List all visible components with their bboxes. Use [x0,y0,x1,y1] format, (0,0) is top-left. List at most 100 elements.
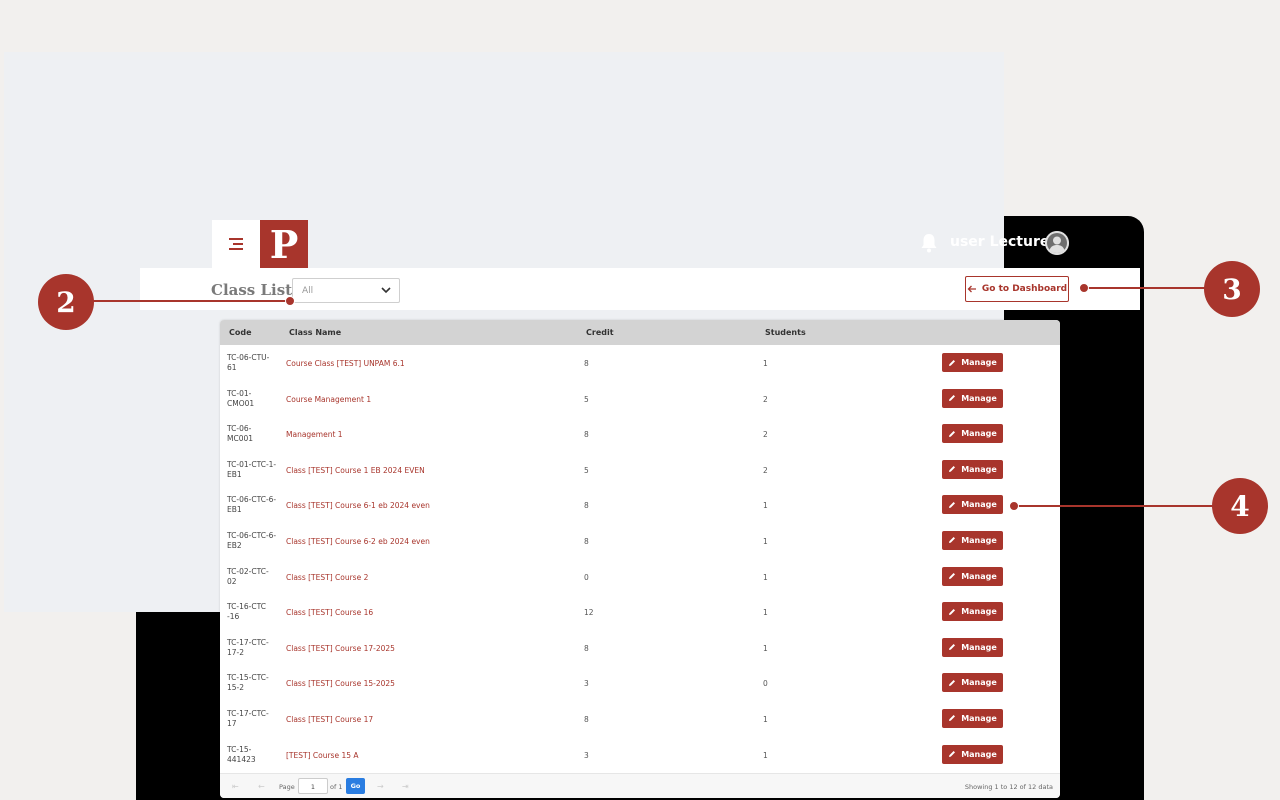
manage-button[interactable]: Manage [942,602,1003,622]
manage-button[interactable]: Manage [942,637,1003,657]
manage-button[interactable]: Manage [942,353,1003,372]
class-students: 1 [763,714,768,724]
manage-button-label: Manage [961,607,997,617]
go-to-dashboard-button[interactable]: Go to Dashboard [965,276,1069,302]
manage-button-label: Manage [961,571,997,581]
class-name-link[interactable]: [TEST] Course 15 A [286,751,359,760]
pencil-icon [949,608,956,615]
manage-button[interactable]: Manage [942,744,1003,764]
pencil-icon [949,359,956,366]
table-row: TC-16-CTC -16 Class [TEST] Course 16 12 1 Ma… [220,594,1060,630]
class-students: 1 [763,501,768,511]
callout-dashboard: 3 [1204,261,1260,317]
manage-button-label: Manage [961,393,997,403]
table-row: TC-01-CMO01 Course Management 1 5 2 Manage [220,381,1060,417]
manage-button[interactable]: Manage [942,708,1003,728]
class-students: 1 [763,608,768,618]
user-name[interactable]: user Lecture [950,234,1049,250]
class-name-link[interactable]: Class [TEST] Course 6-2 eb 2024 even [286,537,430,546]
manage-button[interactable]: Manage [942,530,1003,550]
bell-icon[interactable] [920,233,938,253]
page-number-input[interactable]: 1 [298,778,328,794]
user-avatar-icon [1045,231,1069,255]
manage-button[interactable]: Manage [942,388,1003,408]
avatar[interactable] [1045,231,1069,255]
class-code: TC-17-CTC-17 [227,708,269,728]
class-students: 1 [763,750,768,760]
callout-dashboard-line [1084,287,1208,289]
manage-button[interactable]: Manage [942,424,1003,444]
manage-button[interactable]: Manage [942,495,1003,515]
class-code: TC-06-MC001 [227,424,254,444]
manage-button-label: Manage [961,464,997,474]
class-name-link[interactable]: Class [TEST] Course 15-2025 [286,679,395,688]
dashboard-button-label: Go to Dashboard [981,284,1068,294]
class-students: 1 [763,536,768,546]
column-header-students: Students [765,328,806,337]
class-credit: 8 [584,359,589,368]
last-page-icon[interactable]: ⇥ [402,782,409,791]
class-credit: 5 [584,394,589,404]
callout-manage-dot [1009,501,1019,511]
pencil-icon [949,501,956,508]
class-name-link[interactable]: Class [TEST] Course 16 [286,608,373,617]
class-name-link[interactable]: Class [TEST] Course 2 [286,573,368,582]
table-row: TC-06-CTU-61 Course Class [TEST] UNPAM 6.… [220,345,1060,381]
callout-filter: 2 [38,274,94,330]
class-code: TC-06-CTC-6-EB1 [227,495,277,515]
class-students: 2 [763,394,768,404]
first-page-icon[interactable]: ⇤ [232,782,239,791]
class-name-link[interactable]: Class [TEST] Course 6-1 eb 2024 even [286,501,430,510]
class-name-link[interactable]: Management 1 [286,430,343,439]
class-name-link[interactable]: Class [TEST] Course 17-2025 [286,644,395,653]
class-students: 2 [763,465,768,475]
class-credit: 8 [584,536,589,546]
menu-button[interactable] [212,220,260,268]
pencil-icon [949,751,956,758]
class-table: Code Class Name Credit Students TC-06-CT… [220,320,1060,798]
pencil-icon [949,430,956,437]
callout-dashboard-dot [1079,283,1089,293]
class-credit: 8 [584,643,589,653]
class-code: TC-16-CTC -16 [227,602,266,622]
class-name-link[interactable]: Class [TEST] Course 1 EB 2024 EVEN [286,466,425,475]
callout-filter-dot [285,296,295,306]
next-page-icon[interactable]: → [377,782,384,791]
manage-button[interactable]: Manage [942,459,1003,479]
manage-button-label: Manage [961,429,997,439]
pencil-icon [949,679,956,686]
class-name-link[interactable]: Course Class [TEST] UNPAM 6.1 [286,359,405,368]
callout-manage-line [1014,505,1216,507]
table-row: TC-15-441423 [TEST] Course 15 A 3 1 Manage [220,737,1060,773]
class-credit: 3 [584,750,589,760]
class-credit: 8 [584,714,589,724]
table-row: TC-15-CTC-15-2 Class [TEST] Course 15-202… [220,665,1060,701]
manage-button-label: Manage [961,749,997,759]
class-students: 1 [763,643,768,653]
app-logo[interactable]: P [260,220,308,268]
manage-button-label: Manage [961,535,997,545]
pencil-icon [949,395,956,402]
pencil-icon [949,573,956,580]
manage-button-label: Manage [961,713,997,723]
class-students: 2 [763,430,768,440]
callout-filter-line [92,300,290,302]
manage-button[interactable]: Manage [942,566,1003,586]
class-credit: 5 [584,465,589,475]
class-code: TC-01-CTC-1-EB1 [227,459,277,479]
class-code: TC-06-CTC-6-EB2 [227,530,277,550]
class-credit: 12 [584,608,594,618]
class-name-link[interactable]: Class [TEST] Course 17 [286,715,373,724]
class-name-link[interactable]: Course Management 1 [286,395,371,404]
arrow-left-icon [967,285,976,293]
prev-page-icon[interactable]: ← [258,782,265,791]
manage-button[interactable]: Manage [942,673,1003,693]
manage-button-label: Manage [961,500,997,510]
go-page-button[interactable]: Go [346,778,365,794]
class-students: 0 [763,679,768,689]
page-label: Page [279,783,295,791]
table-row: TC-02-CTC-02 Class [TEST] Course 2 0 1 Manag… [220,559,1060,595]
class-credit: 8 [584,430,589,440]
column-header-credit: Credit [586,328,614,337]
class-filter-select[interactable]: All [292,278,400,303]
